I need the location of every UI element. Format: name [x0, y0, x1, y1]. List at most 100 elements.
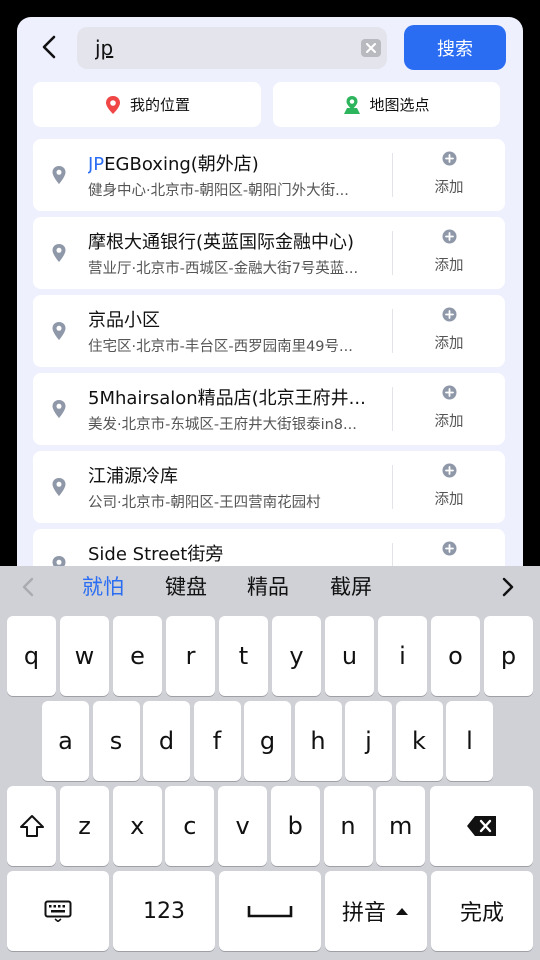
key-j[interactable]: j — [345, 701, 392, 781]
my-location-button[interactable]: 我的位置 — [33, 82, 261, 127]
done-key-label: 完成 — [459, 901, 504, 926]
divider — [392, 387, 393, 431]
key-q-label: q — [23, 642, 40, 670]
add-label: 添加 — [434, 258, 464, 274]
close-icon — [366, 43, 376, 53]
key-x[interactable]: x — [112, 786, 162, 866]
key-f[interactable]: f — [193, 701, 241, 781]
key-g[interactable]: g — [244, 701, 291, 781]
result-item[interactable]: 江浦源冷库 公司·北京市-朝阳区-王四营南花园村 添加 — [33, 451, 505, 523]
location-pin-icon — [52, 478, 66, 496]
result-title: JPEGBoxing(朝外店) — [88, 154, 259, 175]
key-d[interactable]: d — [143, 701, 190, 781]
key-z[interactable]: z — [60, 786, 109, 866]
add-button[interactable]: 添加 — [413, 463, 485, 509]
done-key[interactable]: 完成 — [431, 871, 533, 951]
key-l[interactable]: l — [446, 701, 493, 781]
key-h-label: h — [310, 727, 326, 755]
key-o[interactable]: o — [431, 616, 480, 696]
candidate-bar: 就怕 键盘 精品 截屏 — [0, 566, 540, 608]
key-h[interactable]: h — [294, 701, 342, 781]
result-item[interactable]: 京品小区住宅区·北京市-丰台区-西罗园南里49号... 添加 — [33, 295, 505, 367]
key-n-label: n — [340, 812, 356, 840]
key-i-label: i — [399, 642, 406, 670]
key-t[interactable]: t — [219, 616, 268, 696]
divider — [392, 465, 393, 509]
key-p[interactable]: p — [484, 616, 533, 696]
key-v[interactable]: v — [218, 786, 268, 866]
key-y-label: y — [289, 642, 304, 670]
shift-key[interactable] — [7, 786, 56, 866]
search-button[interactable]: 搜索 — [404, 25, 506, 70]
plus-circle-icon — [442, 541, 456, 556]
key-s-label: s — [109, 727, 123, 755]
result-title: 摩根大通银行(英蓝国际金融中心) — [88, 232, 355, 253]
map-pick-button[interactable]: 地图选点 — [273, 82, 500, 127]
add-label: 添加 — [434, 414, 464, 430]
result-item[interactable]: 5Mhairsalon精品店(北京王府井... 美发·北京市-东城区-王府井大街银… — [33, 373, 505, 445]
divider — [392, 309, 393, 353]
add-button[interactable]: 添加 — [413, 307, 485, 353]
result-subtitle: 公司·北京市-朝阳区-王四营南花园村 — [88, 495, 321, 511]
search-box — [77, 27, 387, 69]
result-item[interactable]: 摩根大通银行(英蓝国际金融中心) 营业厅·北京市-西城区-金融大街7号英蓝... 添… — [33, 217, 505, 289]
key-x-label: x — [130, 812, 145, 840]
key-m[interactable]: m — [376, 786, 426, 866]
key-d-label: d — [158, 727, 175, 755]
add-label: 添加 — [434, 492, 464, 508]
caret-up-icon — [396, 908, 408, 915]
key-u-label: u — [341, 642, 358, 670]
key-n[interactable]: n — [323, 786, 373, 866]
key-z-label: z — [78, 812, 91, 840]
key-u[interactable]: u — [325, 616, 374, 696]
key-g-label: g — [259, 727, 276, 755]
key-o-label: o — [448, 642, 463, 670]
numbers-key[interactable]: 123 — [113, 871, 215, 951]
pinyin-key-label: 拼音 — [341, 901, 386, 926]
divider — [392, 153, 393, 197]
candidate-word[interactable]: 截屏 — [330, 571, 372, 601]
key-w-label: w — [74, 642, 95, 670]
key-e[interactable]: e — [113, 616, 162, 696]
keyboard-switch-key[interactable] — [7, 871, 109, 951]
result-subtitle: 健身中心·北京市-朝阳区-朝阳门外大街... — [88, 183, 349, 199]
add-button[interactable]: 添加 — [413, 229, 485, 275]
add-button[interactable]: 添加 — [413, 385, 485, 431]
keyboard-icon — [44, 900, 72, 922]
back-button[interactable] — [35, 33, 63, 61]
key-b[interactable]: b — [270, 786, 320, 866]
result-subtitle: 住宅区·北京市-丰台区-西罗园南里49号... — [88, 339, 353, 355]
key-y[interactable]: y — [272, 616, 321, 696]
candidate-word[interactable]: 就怕 — [82, 571, 124, 601]
key-r[interactable]: r — [166, 616, 215, 696]
result-subtitle: 营业厅·北京市-西城区-金融大街7号英蓝... — [88, 261, 359, 277]
chevron-left-icon[interactable] — [18, 576, 38, 598]
space-key[interactable] — [219, 871, 321, 951]
key-w[interactable]: w — [60, 616, 109, 696]
key-s[interactable]: s — [92, 701, 140, 781]
result-title: 京品小区 — [88, 310, 160, 331]
key-c-label: c — [183, 812, 197, 840]
result-title: Side Street街旁 — [88, 544, 224, 565]
divider — [392, 231, 393, 275]
key-q[interactable]: q — [7, 616, 56, 696]
result-item[interactable]: JPEGBoxing(朝外店) 健身中心·北京市-朝阳区-朝阳门外大街... 添加 — [33, 139, 505, 211]
candidate-word[interactable]: 键盘 — [165, 571, 207, 601]
chevron-right-icon[interactable] — [498, 576, 518, 598]
location-pin-icon — [105, 95, 120, 114]
map-pin-icon — [344, 95, 361, 114]
add-button[interactable]: 添加 — [413, 151, 485, 197]
key-c[interactable]: c — [165, 786, 215, 866]
map-pick-label: 地图选点 — [369, 96, 430, 114]
search-input[interactable] — [95, 35, 335, 61]
backspace-key[interactable] — [430, 786, 533, 866]
key-a[interactable]: a — [42, 701, 89, 781]
space-icon — [247, 906, 293, 918]
plus-circle-icon — [442, 463, 456, 478]
key-i[interactable]: i — [378, 616, 427, 696]
clear-button[interactable] — [361, 39, 381, 57]
candidate-word[interactable]: 精品 — [247, 571, 289, 601]
pinyin-key[interactable]: 拼音 — [325, 871, 427, 951]
key-k[interactable]: k — [395, 701, 443, 781]
add-label: 添加 — [434, 336, 464, 352]
